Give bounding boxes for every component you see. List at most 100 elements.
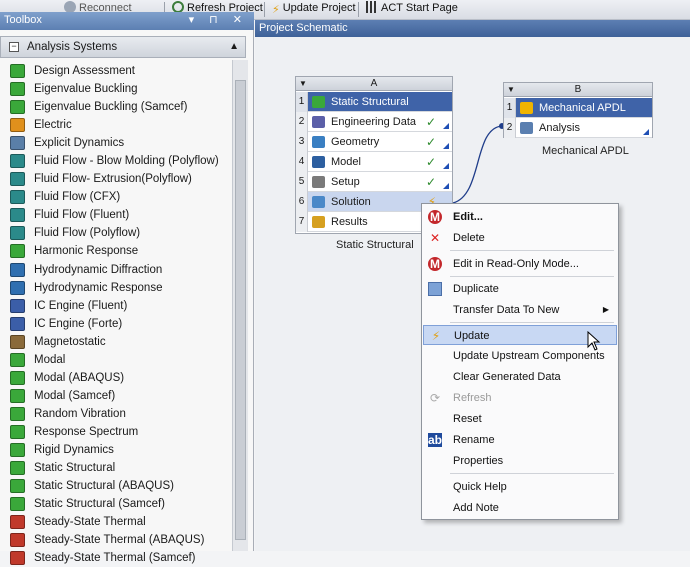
analysis-system-icon: [10, 316, 25, 331]
duplicate-icon: [428, 282, 442, 296]
menu-item-label: Reset: [453, 413, 482, 425]
analysis-system-item[interactable]: Steady-State Thermal (ABAQUS): [0, 531, 230, 549]
menu-item-reset[interactable]: Reset: [423, 409, 617, 429]
analysis-systems-label: Analysis Systems: [27, 41, 118, 53]
analysis-system-icon: [10, 406, 25, 421]
analysis-system-item[interactable]: Rigid Dynamics: [0, 441, 230, 459]
grid-icon: [366, 1, 378, 13]
system-a-column-label: A: [370, 78, 378, 89]
analysis-system-item[interactable]: Modal (ABAQUS): [0, 369, 230, 387]
chevron-up-icon[interactable]: ▲: [229, 37, 239, 57]
toolbox-scrollbar-thumb[interactable]: [235, 80, 246, 540]
analysis-system-label: Steady-State Thermal: [34, 516, 146, 529]
analysis-system-item[interactable]: Response Spectrum: [0, 423, 230, 441]
menu-item-transfer-data-to-new[interactable]: Transfer Data To New ▶: [423, 300, 617, 320]
analysis-system-icon: [10, 442, 25, 457]
geometry-icon: [312, 136, 325, 148]
connector-path: [452, 125, 503, 204]
up-to-date-check-icon: ✓: [425, 175, 436, 189]
analysis-system-item[interactable]: Fluid Flow - Blow Molding (Polyflow): [0, 152, 230, 170]
refresh-icon: ⟳: [429, 391, 441, 405]
analysis-system-icon: [10, 154, 25, 169]
menu-item-add-note[interactable]: Add Note: [423, 498, 617, 518]
cell-corner-flag-icon: [443, 123, 449, 129]
analysis-system-label: Fluid Flow (Polyflow): [34, 227, 141, 240]
toolbox-scrollbar[interactable]: [232, 60, 248, 551]
analysis-systems-list: Design Assessment Eigenvalue Buckling Eige…: [0, 62, 230, 567]
schematic-cell[interactable]: 1 Static Structural: [296, 92, 452, 112]
schematic-cell[interactable]: 3 Geometry ✓: [296, 132, 452, 152]
menu-item-refresh[interactable]: ⟳ Refresh: [423, 388, 617, 408]
schematic-cell[interactable]: 2 Engineering Data ✓: [296, 112, 452, 132]
schematic-cell[interactable]: 1 Mechanical APDL: [504, 98, 652, 118]
analysis-system-item[interactable]: Design Assessment: [0, 62, 230, 80]
analysis-system-icon: [10, 352, 25, 367]
analysis-system-item[interactable]: Fluid Flow- Extrusion(Polyflow): [0, 170, 230, 188]
analysis-system-item[interactable]: Hydrodynamic Diffraction: [0, 261, 230, 279]
analysis-system-item[interactable]: Steady-State Thermal: [0, 513, 230, 531]
analysis-system-label: Modal: [34, 353, 66, 366]
menu-item-label: Update: [454, 330, 490, 342]
analysis-system-icon: [10, 479, 25, 494]
analysis-system-label: Fluid Flow - Blow Molding (Polyflow): [34, 155, 219, 168]
schematic-cell[interactable]: 2 Analysis: [504, 118, 652, 138]
system-menu-arrow-icon[interactable]: ▼: [507, 83, 515, 96]
menu-item-label: Properties: [453, 455, 504, 467]
menu-item-edit-read-only[interactable]: M Edit in Read-Only Mode...: [423, 254, 617, 274]
analysis-system-icon: [10, 244, 25, 259]
system-menu-arrow-icon[interactable]: ▼: [299, 77, 307, 90]
analysis-systems-section-header[interactable]: − Analysis Systems ▲: [0, 36, 246, 58]
analysis-system-item[interactable]: Static Structural (Samcef): [0, 495, 230, 513]
menu-item-edit[interactable]: M Edit...: [423, 207, 617, 227]
cell-number: 6: [296, 192, 308, 212]
analysis-system-item[interactable]: IC Engine (Fluent): [0, 297, 230, 315]
analysis-system-item[interactable]: Eigenvalue Buckling (Samcef): [0, 98, 230, 116]
menu-item-rename[interactable]: ab Rename: [423, 430, 617, 450]
schematic-cell[interactable]: 5 Setup ✓: [296, 172, 452, 192]
analysis-system-label: Harmonic Response: [34, 245, 139, 258]
analysis-system-icon: [10, 262, 25, 277]
menu-item-clear-generated-data[interactable]: Clear Generated Data: [423, 367, 617, 387]
update-project-button[interactable]: ⚡ Update Project: [268, 0, 360, 19]
analysis-system-icon: [10, 497, 25, 512]
analysis-system-item[interactable]: Modal (Samcef): [0, 387, 230, 405]
act-start-page-button[interactable]: ACT Start Page: [362, 0, 462, 19]
collapse-icon[interactable]: −: [9, 42, 19, 52]
analysis-system-item[interactable]: Fluid Flow (Polyflow): [0, 224, 230, 242]
analysis-system-item[interactable]: Steady-State Thermal (Samcef): [0, 549, 230, 567]
analysis-system-item[interactable]: Harmonic Response: [0, 242, 230, 260]
menu-item-delete[interactable]: ✕ Delete: [423, 228, 617, 248]
analysis-system-item[interactable]: Explicit Dynamics: [0, 134, 230, 152]
menu-item-quick-help[interactable]: Quick Help: [423, 477, 617, 497]
menu-item-duplicate[interactable]: Duplicate: [423, 279, 617, 299]
analysis-system-icon: [10, 370, 25, 385]
analysis-system-icon: [10, 136, 25, 151]
analysis-system-item[interactable]: Electric: [0, 116, 230, 134]
analysis-system-label: Rigid Dynamics: [34, 443, 114, 456]
analysis-system-item[interactable]: Fluid Flow (Fluent): [0, 206, 230, 224]
analysis-system-item[interactable]: Magnetostatic: [0, 333, 230, 351]
analysis-system-item[interactable]: Fluid Flow (CFX): [0, 188, 230, 206]
analysis-system-item[interactable]: Static Structural (ABAQUS): [0, 477, 230, 495]
analysis-system-item[interactable]: Eigenvalue Buckling: [0, 80, 230, 98]
cell-label: Setup: [331, 176, 360, 188]
toolbox-window-controls[interactable]: ▾ ⊓ ✕: [189, 12, 248, 29]
toolbar-separator: [264, 2, 265, 17]
analysis-system-label: Design Assessment: [34, 65, 135, 77]
menu-item-properties[interactable]: Properties: [423, 451, 617, 471]
analysis-system-label: Electric: [34, 119, 72, 132]
ansys-logo-icon: [520, 102, 533, 114]
cell-number: 7: [296, 212, 308, 232]
cell-label: Static Structural: [331, 96, 409, 108]
mouse-cursor-icon: [587, 331, 601, 351]
analysis-system-item[interactable]: Static Structural: [0, 459, 230, 477]
analysis-system-item[interactable]: Random Vibration: [0, 405, 230, 423]
system-a-header: ▼ A: [296, 77, 452, 91]
analysis-system-icon: [10, 424, 25, 439]
schematic-cell[interactable]: 4 Model ✓: [296, 152, 452, 172]
analysis-system-icon: [10, 388, 25, 403]
analysis-system-item[interactable]: IC Engine (Forte): [0, 315, 230, 333]
act-start-page-label: ACT Start Page: [381, 2, 458, 14]
analysis-system-item[interactable]: Modal: [0, 351, 230, 369]
analysis-system-item[interactable]: Hydrodynamic Response: [0, 279, 230, 297]
